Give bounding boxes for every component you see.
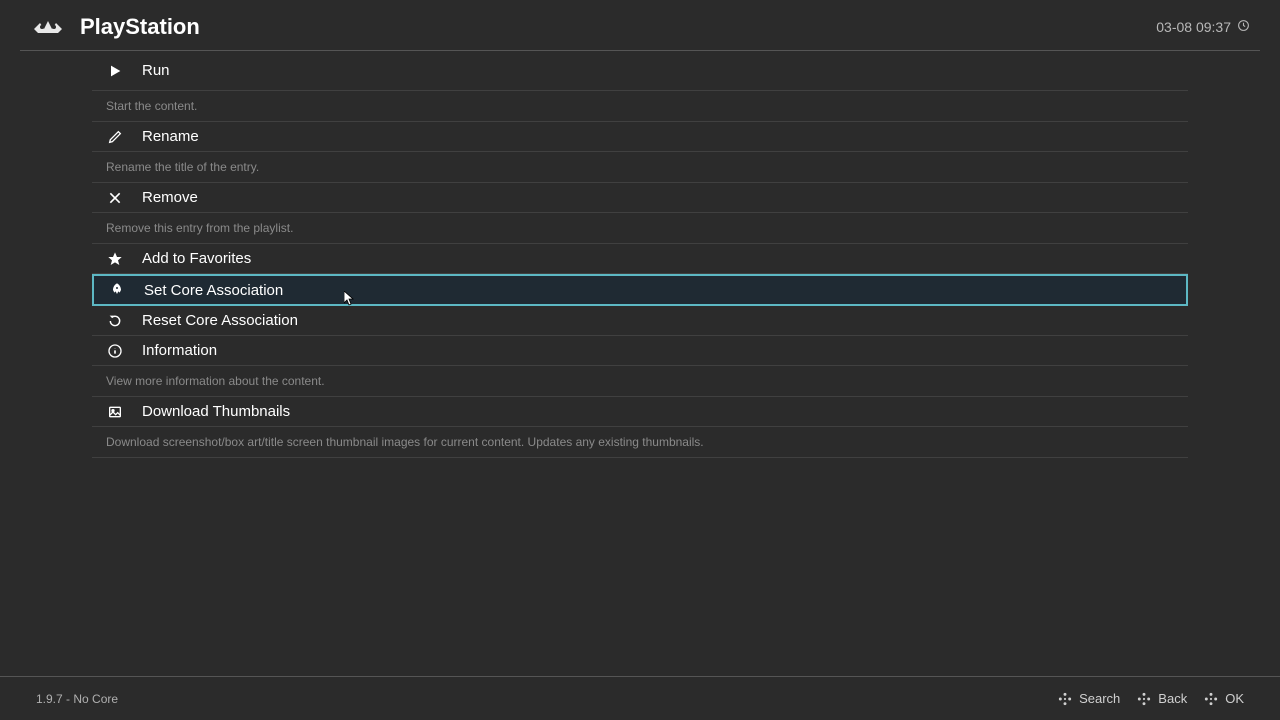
rocket-icon [108,281,126,299]
retroarch-logo-icon [30,15,66,39]
menu-information[interactable]: Information [92,336,1188,366]
star-icon [106,250,124,268]
footer-version: 1.9.7 - No Core [36,692,118,706]
header-clock: 03-08 09:37 [1156,19,1250,35]
footer-back-label: Back [1158,691,1187,706]
menu-remove-desc: Remove this entry from the playlist. [92,213,1188,244]
pencil-icon [106,128,124,146]
footer-search-label: Search [1079,691,1120,706]
content-menu: Run Start the content. Rename Rename the… [0,51,1280,458]
header: PlayStation 03-08 09:37 [0,0,1280,50]
footer-search[interactable]: Search [1057,691,1120,707]
menu-favorites-label: Add to Favorites [142,250,251,267]
header-left: PlayStation [30,14,200,40]
menu-info-label: Information [142,342,217,359]
menu-setcore-label: Set Core Association [144,282,283,299]
dpad-icon [1203,691,1219,707]
footer: 1.9.7 - No Core Search Back OK [0,676,1280,720]
close-icon [106,189,124,207]
datetime-text: 03-08 09:37 [1156,19,1231,35]
menu-reset-core-association[interactable]: Reset Core Association [92,306,1188,336]
menu-thumbs-desc: Download screenshot/box art/title screen… [92,427,1188,458]
menu-rename-label: Rename [142,128,199,145]
menu-thumbs-label: Download Thumbnails [142,403,290,420]
footer-back[interactable]: Back [1136,691,1187,707]
menu-set-core-association[interactable]: Set Core Association [92,274,1188,306]
menu-favorites[interactable]: Add to Favorites [92,244,1188,274]
menu-run-label: Run [142,62,170,79]
menu-rename-desc: Rename the title of the entry. [92,152,1188,183]
menu-info-desc: View more information about the content. [92,366,1188,397]
info-icon [106,342,124,360]
dpad-icon [1057,691,1073,707]
menu-remove[interactable]: Remove [92,183,1188,213]
menu-remove-label: Remove [142,189,198,206]
play-icon [106,62,124,80]
page-title: PlayStation [80,14,200,40]
menu-run-desc: Start the content. [92,91,1188,122]
dpad-icon [1136,691,1152,707]
footer-ok[interactable]: OK [1203,691,1244,707]
footer-actions: Search Back OK [1049,691,1244,707]
menu-run[interactable]: Run [92,51,1188,91]
menu-rename[interactable]: Rename [92,122,1188,152]
menu-download-thumbnails[interactable]: Download Thumbnails [92,397,1188,427]
undo-icon [106,312,124,330]
menu-resetcore-label: Reset Core Association [142,312,298,329]
clock-icon [1237,19,1250,35]
footer-ok-label: OK [1225,691,1244,706]
image-icon [106,403,124,421]
